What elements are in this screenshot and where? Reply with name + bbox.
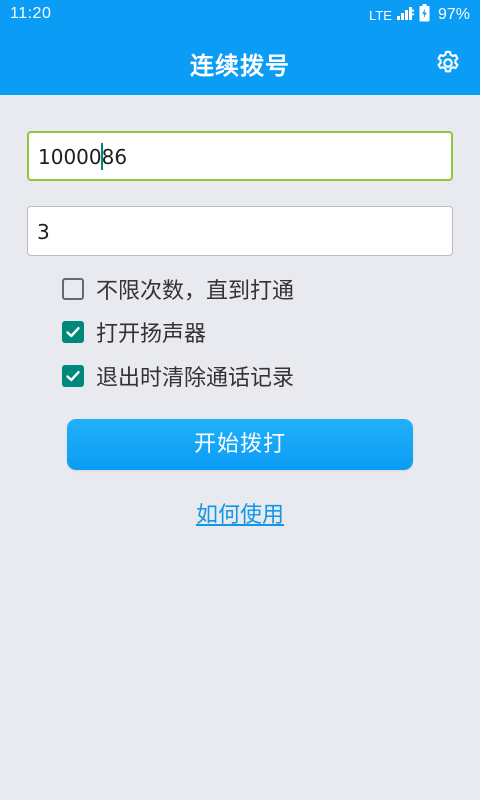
call-count-input[interactable]: 3 <box>27 206 453 256</box>
network-type: LTE <box>369 7 392 23</box>
option-label: 不限次数，直到打通 <box>96 279 295 304</box>
settings-button[interactable] <box>434 49 462 77</box>
option-label: 退出时清除通话记录 <box>96 366 295 391</box>
option-clear-log[interactable]: 退出时清除通话记录 <box>62 361 294 391</box>
phone-number-input[interactable]: 1000086 <box>27 131 453 181</box>
battery-percent: 97% <box>437 6 470 23</box>
start-dialing-button[interactable]: 开始拨打 <box>67 419 413 470</box>
checkbox-checked[interactable] <box>62 365 84 387</box>
option-unlimited[interactable]: 不限次数，直到打通 <box>62 274 294 304</box>
checkbox-unchecked[interactable] <box>62 278 84 300</box>
checkbox-checked[interactable] <box>62 321 84 343</box>
signal-icon <box>396 6 415 24</box>
app-bar: 连续拨号 <box>0 30 480 95</box>
check-icon <box>66 371 80 382</box>
status-time: 11:20 <box>10 5 52 22</box>
how-to-use-link[interactable]: 如何使用 <box>0 497 480 529</box>
phone-number-value-start: 10000 <box>38 145 102 169</box>
check-icon <box>66 327 80 338</box>
option-speaker[interactable]: 打开扬声器 <box>62 317 206 347</box>
gear-icon <box>437 50 459 73</box>
status-bar: 11:20 LTE 97% <box>0 0 480 30</box>
page-title: 连续拨号 <box>190 52 290 80</box>
phone-number-value-end: 86 <box>101 145 128 169</box>
status-icons: LTE 97% <box>369 4 470 26</box>
call-count-value: 3 <box>37 220 50 244</box>
option-label: 打开扬声器 <box>96 322 207 347</box>
battery-icon <box>419 4 430 26</box>
